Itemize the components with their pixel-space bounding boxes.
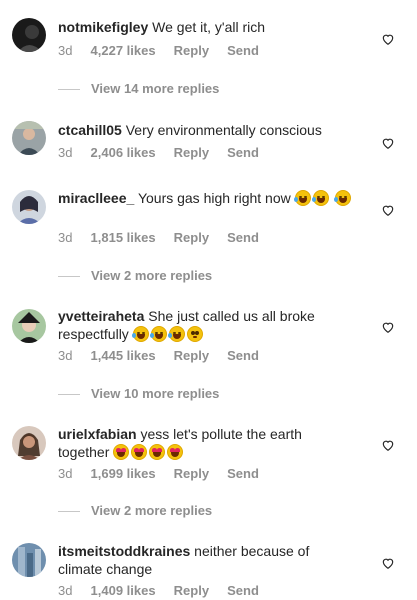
reply-button[interactable]: Reply: [174, 583, 209, 598]
reply-button[interactable]: Reply: [174, 145, 209, 160]
view-more-replies-label: View 2 more replies: [91, 268, 213, 283]
comment-username[interactable]: ctcahill05: [58, 122, 122, 138]
comment-meta: 3d 1,815 likes Reply Send: [58, 230, 259, 245]
likes-count[interactable]: 4,227 likes: [91, 43, 156, 58]
send-button[interactable]: Send: [227, 466, 259, 481]
reply-button[interactable]: Reply: [174, 230, 209, 245]
heart-eyes-emoji: [113, 444, 130, 460]
heart-icon[interactable]: [381, 136, 395, 150]
avatar[interactable]: [12, 543, 46, 577]
likes-count[interactable]: 1,699 likes: [91, 466, 156, 481]
comment-body: We get it, y'all rich: [152, 19, 266, 35]
tears-of-joy-emoji: [131, 326, 149, 342]
comment-text: urielxfabian yess let's pollute the eart…: [58, 425, 354, 461]
heart-eyes-emoji: [131, 444, 148, 460]
avatar[interactable]: [12, 18, 46, 52]
comment-username[interactable]: yvetteiraheta: [58, 308, 144, 324]
tears-of-joy-emoji: [149, 326, 167, 342]
likes-count[interactable]: 1,815 likes: [91, 230, 156, 245]
comment-meta: 3d 2,406 likes Reply Send: [58, 145, 259, 160]
comment-body: Very environmentally conscious: [125, 122, 322, 138]
heart-icon[interactable]: [381, 320, 395, 334]
avatar[interactable]: [12, 309, 46, 343]
comment-text: miraclleee_ Yours gas high right now: [58, 189, 354, 207]
tears-of-joy-emoji: [167, 326, 185, 342]
comment-username[interactable]: itsmeitstoddkraines: [58, 543, 190, 559]
send-button[interactable]: Send: [227, 583, 259, 598]
comment-age: 3d: [58, 466, 73, 481]
comment-meta: 3d 1,699 likes Reply Send: [58, 466, 259, 481]
heart-icon[interactable]: [381, 203, 395, 217]
comment-text: itsmeitstoddkraines neither because of c…: [58, 542, 354, 578]
tears-of-joy-emoji: [293, 190, 311, 206]
send-button[interactable]: Send: [227, 145, 259, 160]
heart-icon[interactable]: [381, 556, 395, 570]
comment-username[interactable]: urielxfabian: [58, 426, 137, 442]
replies-divider: [58, 276, 80, 277]
comment-text: ctcahill05 Very environmentally consciou…: [58, 121, 354, 139]
send-button[interactable]: Send: [227, 230, 259, 245]
reply-button[interactable]: Reply: [174, 43, 209, 58]
heart-icon[interactable]: [381, 438, 395, 452]
comment-age: 3d: [58, 230, 73, 245]
view-more-replies-label: View 2 more replies: [91, 503, 213, 518]
avatar[interactable]: [12, 426, 46, 460]
likes-count[interactable]: 1,445 likes: [91, 348, 156, 363]
view-more-replies-label: View 14 more replies: [91, 81, 220, 96]
reply-button[interactable]: Reply: [174, 348, 209, 363]
send-button[interactable]: Send: [227, 43, 259, 58]
replies-divider: [58, 394, 80, 395]
comment-meta: 3d 1,409 likes Reply Send: [58, 583, 259, 598]
comment-age: 3d: [58, 348, 73, 363]
likes-count[interactable]: 1,409 likes: [91, 583, 156, 598]
comment-age: 3d: [58, 583, 73, 598]
heart-eyes-emoji: [149, 444, 166, 460]
tears-of-joy-emoji: [333, 190, 351, 206]
tears-of-joy-emoji: [311, 190, 329, 206]
avatar[interactable]: [12, 190, 46, 224]
comment-age: 3d: [58, 145, 73, 160]
comment-meta: 3d 1,445 likes Reply Send: [58, 348, 259, 363]
comment-text: yvetteiraheta She just called us all bro…: [58, 307, 354, 343]
comment-username[interactable]: miraclleee_: [58, 190, 134, 206]
replies-divider: [58, 89, 80, 90]
replies-divider: [58, 511, 80, 512]
reply-button[interactable]: Reply: [174, 466, 209, 481]
comment-age: 3d: [58, 43, 73, 58]
heart-icon[interactable]: [381, 32, 395, 46]
send-button[interactable]: Send: [227, 348, 259, 363]
comment-meta: 3d 4,227 likes Reply Send: [58, 43, 259, 58]
comment-body: Yours gas high right now: [137, 190, 291, 206]
avatar[interactable]: [12, 121, 46, 155]
comment-text: notmikefigley We get it, y'all rich: [58, 18, 354, 36]
likes-count[interactable]: 2,406 likes: [91, 145, 156, 160]
heart-eyes-emoji: [167, 444, 184, 460]
view-more-replies-label: View 10 more replies: [91, 386, 220, 401]
pleading-face-emoji: [186, 326, 203, 342]
comment-username[interactable]: notmikefigley: [58, 19, 148, 35]
